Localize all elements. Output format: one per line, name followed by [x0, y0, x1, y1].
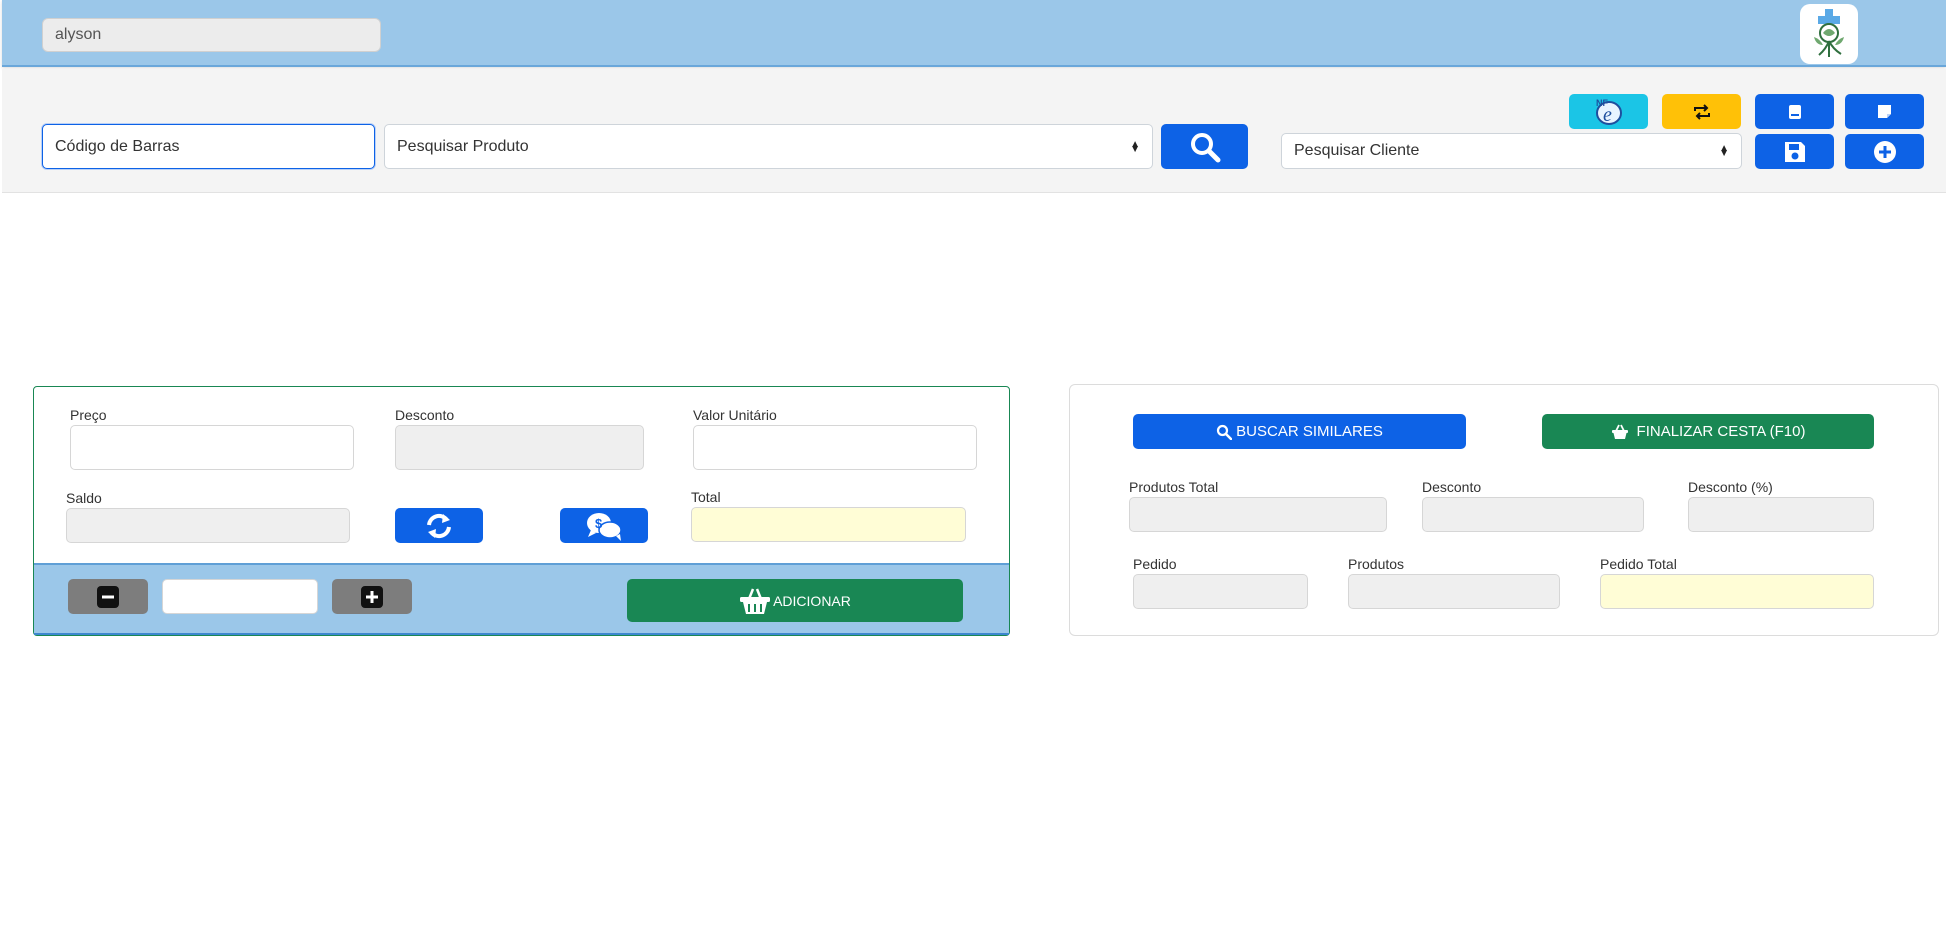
svg-text:NF: NF [1596, 98, 1608, 108]
client-select-value: Pesquisar Cliente [1294, 142, 1420, 159]
decrease-button[interactable] [68, 579, 148, 614]
add-client-button[interactable] [1845, 134, 1924, 169]
find-similar-label: BUSCAR SIMILARES [1236, 423, 1383, 440]
select-arrows-icon: ▲ ▼ [1719, 143, 1729, 159]
unit-value-input[interactable] [693, 425, 977, 470]
order-total-input[interactable] [1600, 574, 1874, 609]
products-label: Produtos [1348, 556, 1405, 572]
balance-input[interactable] [66, 508, 350, 543]
products-input[interactable] [1348, 574, 1560, 609]
balance-label: Saldo [66, 490, 102, 506]
products-total-label: Produtos Total [1129, 479, 1219, 495]
refresh-button[interactable] [395, 508, 483, 543]
nfe-icon: e NF [1595, 98, 1622, 126]
product-select[interactable]: Pesquisar Produto ▲ ▼ [384, 124, 1153, 169]
repeat-icon [1693, 103, 1710, 120]
discount-input[interactable] [395, 425, 644, 470]
add-button-label: ADICIONAR [773, 592, 851, 609]
comments-dollar-icon: $ [587, 512, 622, 541]
barcode-placeholder: Código de Barras [55, 137, 180, 155]
client-select[interactable]: Pesquisar Cliente ▲ ▼ [1281, 133, 1742, 169]
pharmacy-logo [1800, 4, 1858, 64]
order-discount-label: Desconto [1422, 479, 1482, 495]
swap-button[interactable] [1662, 94, 1741, 129]
save-button[interactable] [1755, 134, 1834, 169]
total-input[interactable] [691, 507, 966, 542]
nfe-button[interactable]: e NF [1569, 94, 1648, 129]
discount-percent-label: Desconto (%) [1688, 479, 1773, 495]
products-total-input[interactable] [1129, 497, 1387, 532]
book-icon [1788, 104, 1801, 119]
order-discount-input[interactable] [1422, 497, 1644, 532]
book-button[interactable] [1755, 94, 1834, 129]
user-field[interactable]: alyson [42, 18, 381, 52]
svg-text:$: $ [595, 516, 603, 531]
quantity-input[interactable] [162, 579, 318, 614]
search-icon [1217, 424, 1233, 440]
select-arrows-icon: ▲ ▼ [1130, 138, 1140, 155]
note-button[interactable] [1845, 94, 1924, 129]
sticky-note-icon [1878, 105, 1891, 118]
finish-basket-label: FINALIZAR CESTA (F10) [1636, 423, 1806, 440]
total-label: Total [691, 489, 721, 505]
add-button[interactable]: ADICIONAR [627, 579, 963, 622]
plus-square-icon [361, 585, 383, 608]
price-input[interactable] [70, 425, 354, 470]
plus-circle-icon [1873, 140, 1896, 163]
order-total-label: Pedido Total [1600, 556, 1677, 572]
shopping-basket-icon [740, 588, 771, 614]
user-name: alyson [55, 26, 102, 43]
search-icon [1190, 132, 1220, 162]
price-chat-button[interactable]: $ [560, 508, 648, 543]
search-button[interactable] [1161, 124, 1248, 169]
shopping-basket-icon [1611, 424, 1628, 439]
rose-cross-logo-icon [1814, 9, 1844, 57]
discount-percent-input[interactable] [1688, 497, 1874, 532]
sync-icon [427, 513, 451, 538]
floppy-disk-icon [1784, 141, 1805, 162]
price-label: Preço [70, 407, 107, 423]
find-similar-button[interactable]: BUSCAR SIMILARES [1133, 414, 1466, 449]
product-select-value: Pesquisar Produto [397, 137, 529, 155]
unit-value-label: Valor Unitário [693, 407, 777, 423]
discount-label: Desconto [395, 407, 455, 423]
minus-square-icon [97, 585, 119, 608]
increase-button[interactable] [332, 579, 412, 614]
order-label: Pedido [1133, 556, 1177, 572]
finish-basket-button[interactable]: FINALIZAR CESTA (F10) [1542, 414, 1874, 449]
barcode-input[interactable]: Código de Barras [42, 124, 375, 169]
order-input[interactable] [1133, 574, 1308, 609]
